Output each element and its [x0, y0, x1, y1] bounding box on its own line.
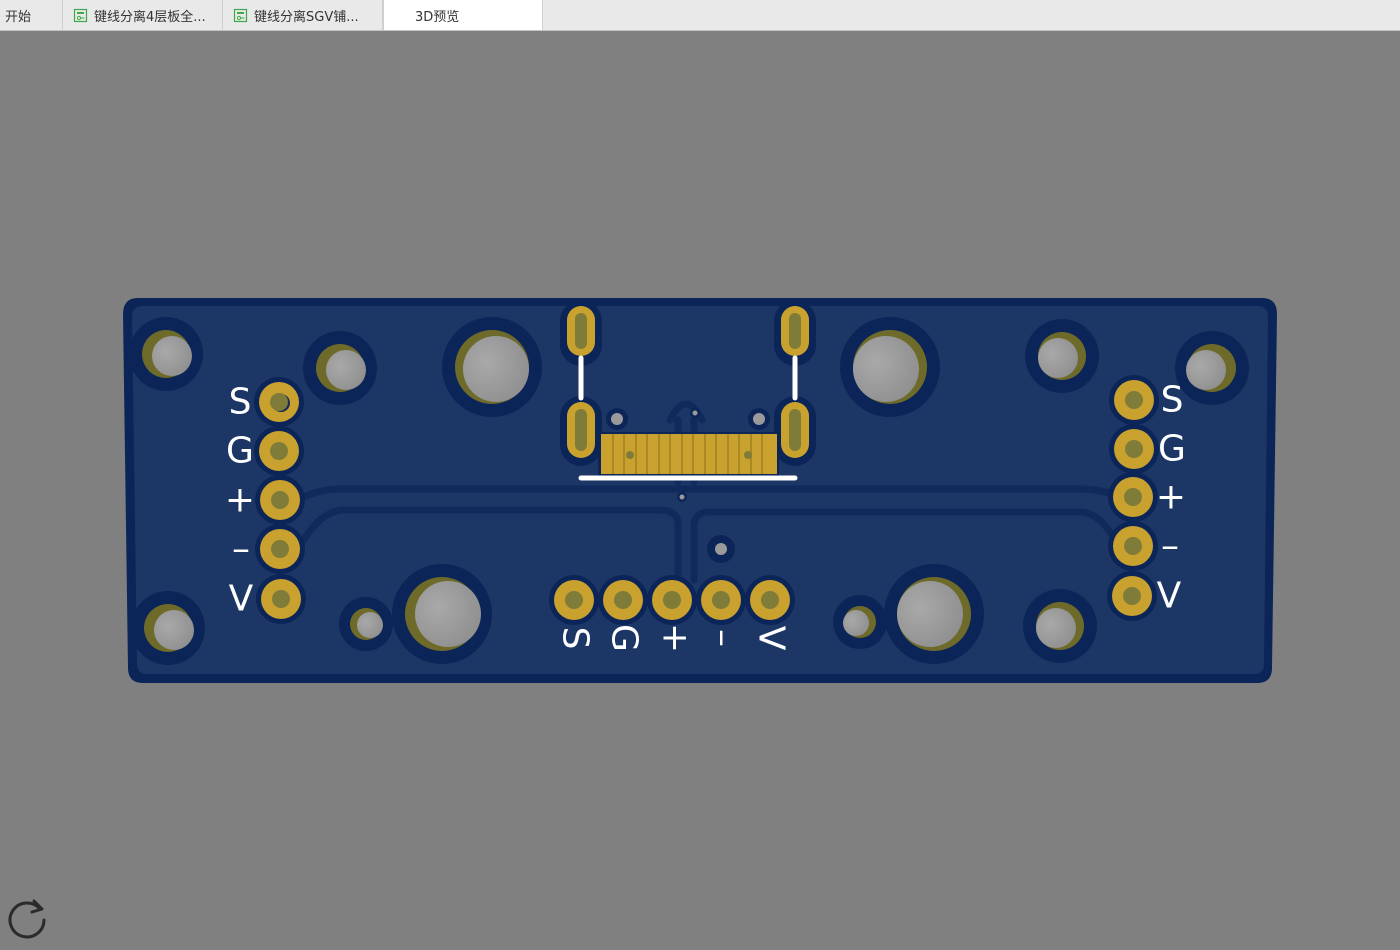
silk-label: G [226, 431, 254, 472]
header-pad [254, 377, 304, 427]
header-pad [1107, 571, 1157, 621]
left-silkscreen-labels: S G + – V [225, 382, 255, 620]
right-header-pads [1107, 375, 1159, 621]
tab-bar: 开始 键线分离4层板全... 键线分离SGV铺... 3D预览 [0, 0, 1400, 31]
tab-label: 键线分离4层板全... [94, 9, 206, 25]
tab-start[interactable]: 开始 [0, 0, 63, 30]
mounting-hole [442, 317, 542, 417]
silk-label: S [555, 627, 596, 650]
silk-label: – [703, 629, 744, 647]
left-header-pads [254, 377, 306, 624]
mounting-hole [1025, 319, 1099, 393]
header-pad [256, 574, 306, 624]
header-pad [647, 575, 697, 625]
pcb-board-3d[interactable]: S G + – V S G + – V S G + – V [0, 31, 1400, 950]
3d-viewport[interactable]: S G + – V S G + – V S G + – V [0, 31, 1400, 950]
mounting-hole [339, 597, 393, 651]
silk-label: + [225, 480, 255, 521]
silk-label: – [232, 529, 250, 570]
mounting-hole [1023, 589, 1097, 663]
header-pad [254, 426, 304, 476]
tab-label: 开始 [5, 9, 32, 25]
mounting-hole [392, 564, 492, 664]
header-pad [255, 475, 305, 525]
silk-label: G [604, 624, 645, 652]
tab-pcb-sgv[interactable]: 键线分离SGV铺... [223, 0, 383, 30]
bottom-silkscreen-labels: S G + – V [555, 623, 792, 653]
header-pad [1109, 375, 1159, 425]
mounting-hole [1175, 331, 1249, 405]
pcb-doc-icon [73, 8, 88, 22]
mounting-hole [840, 317, 940, 417]
silk-label: – [1161, 526, 1179, 567]
header-pad [696, 575, 746, 625]
mounting-hole [884, 564, 984, 664]
header-pad [1108, 472, 1158, 522]
silk-label: V [229, 579, 254, 620]
header-pad [598, 575, 648, 625]
header-pad [255, 524, 305, 574]
tab-3d-preview[interactable]: 3D预览 [383, 0, 543, 30]
silk-label: G [1158, 429, 1186, 470]
silk-label: + [655, 623, 696, 653]
mounting-hole [833, 595, 887, 649]
tab-label: 键线分离SGV铺... [254, 9, 359, 25]
header-pad [549, 575, 599, 625]
pcb-doc-icon [233, 8, 248, 22]
silk-label: + [1156, 477, 1186, 518]
silk-label: V [1157, 576, 1182, 617]
silk-label: V [751, 626, 792, 651]
header-pad [1109, 424, 1159, 474]
mounting-hole [303, 331, 377, 405]
silk-label: S [1161, 380, 1184, 421]
tab-label: 3D预览 [415, 9, 460, 25]
header-pad [1108, 521, 1158, 571]
silk-label: S [229, 382, 252, 423]
bottom-header-pads [549, 575, 795, 625]
mounting-hole [129, 317, 203, 391]
header-pad [745, 575, 795, 625]
refresh-icon[interactable] [4, 895, 50, 941]
mounting-hole [131, 591, 205, 665]
tab-pcb-4layer[interactable]: 键线分离4层板全... [63, 0, 223, 30]
